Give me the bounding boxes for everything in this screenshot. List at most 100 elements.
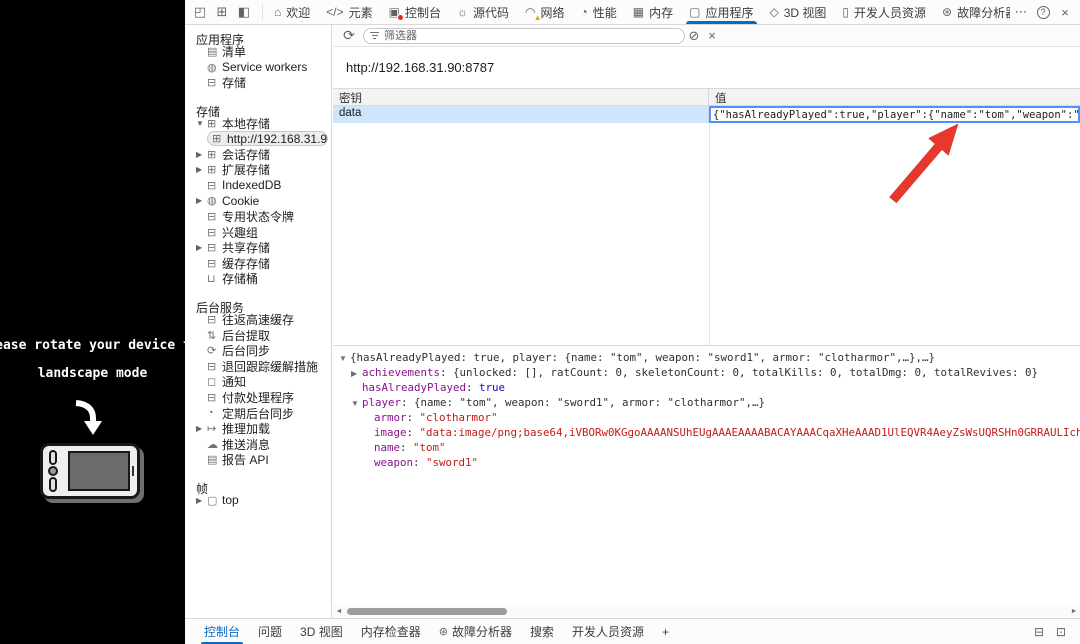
value-column-header[interactable]: 值 — [709, 89, 1080, 105]
dock-console-icon[interactable]: ⊟ — [1028, 621, 1050, 643]
drawer-tab-crash-analyzer[interactable]: ⊛故障分析器 — [430, 619, 521, 644]
tab-network[interactable]: ◠▲网络 — [517, 0, 573, 24]
tab-sources[interactable]: ☼源代码 — [449, 0, 517, 24]
drawer-tab-search[interactable]: 搜索 — [521, 619, 563, 644]
drawer-tab-3d-view[interactable]: 3D 视图 — [291, 619, 352, 644]
sidebar-item-label: 定期后台同步 — [222, 405, 294, 422]
sidebar-item-label: top — [222, 493, 239, 507]
disclosure-closed-icon[interactable]: ▶ — [196, 150, 207, 159]
tab-console[interactable]: ▣控制台 — [381, 0, 449, 24]
sidebar-item-indexeddb[interactable]: ⊟IndexedDB — [185, 178, 331, 194]
close-devtools-icon[interactable]: × — [1054, 1, 1076, 23]
sidebar-item-push-messaging[interactable]: ☁推送消息 — [185, 436, 331, 452]
sidebar-item-interest-groups[interactable]: ⊟兴趣组 — [185, 224, 331, 240]
sidebar-item-extension-storage[interactable]: ▶⊞扩展存储 — [185, 162, 331, 178]
sidebar-item-session-storage[interactable]: ▶⊞会话存储 — [185, 146, 331, 162]
drawer-tab-bar: 控制台问题3D 视图内存检查器⊛故障分析器搜索开发人员资源+ ⊟⊡ — [185, 618, 1080, 644]
sidebar-item-storage-buckets[interactable]: ⊔存储桶 — [185, 271, 331, 287]
sidebar-item-label: 缓存存储 — [222, 255, 270, 272]
device-emulation-icon[interactable]: ⊞ — [211, 1, 233, 23]
disclosure-closed-icon[interactable]: ▶ — [196, 424, 207, 433]
disclosure-closed-icon[interactable]: ▶ — [196, 196, 207, 205]
table-row[interactable]: data {"hasAlreadyPlayed":true,"player":{… — [333, 106, 1080, 123]
filter-input-wrap[interactable] — [363, 28, 685, 44]
json-tree-line-2[interactable]: ▶hasAlreadyPlayed: true — [333, 381, 1080, 396]
sidebar-item-shared-storage[interactable]: ▶⊟共享存储 — [185, 240, 331, 256]
sidebar-item-frame-top[interactable]: ▶▢top — [185, 493, 331, 509]
scroll-right-arrow[interactable]: ► — [1068, 608, 1080, 615]
refresh-icon[interactable]: ⟳ — [339, 27, 359, 44]
tab-application[interactable]: ▢应用程序 — [681, 0, 761, 24]
sidebar-item-cookies[interactable]: ▶◍Cookie — [185, 193, 331, 209]
sidebar-item-background-sync[interactable]: ⟳后台同步 — [185, 343, 331, 359]
sidebar-item-private-state-tokens[interactable]: ⊟专用状态令牌 — [185, 209, 331, 225]
sidebar-item-manifest[interactable]: ▤清单 — [185, 44, 331, 60]
sidebar-item-reporting-api[interactable]: ▤报告 API — [185, 452, 331, 468]
clear-all-icon[interactable]: ⊘ — [685, 28, 703, 44]
sidebar-item-periodic-background-sync[interactable]: ◔定期后台同步 — [185, 405, 331, 421]
disclosure-open-icon[interactable]: ▼ — [339, 352, 350, 366]
scrollbar-thumb[interactable] — [347, 608, 507, 615]
quick-view-icon[interactable]: ⊡ — [1050, 621, 1072, 643]
sidebar-item-payment-handler[interactable]: ⊟付款处理程序 — [185, 390, 331, 406]
key-column-header[interactable]: 密钥 — [333, 89, 709, 105]
memory-icon: ▦ — [633, 6, 644, 18]
json-tree-line-6[interactable]: ▶name: "tom" — [333, 441, 1080, 456]
more-options-icon[interactable]: ⋯ — [1010, 1, 1032, 23]
help-icon[interactable]: ? — [1032, 1, 1054, 23]
sidebar-item-cache-storage[interactable]: ⊟缓存存储 — [185, 256, 331, 272]
scroll-left-arrow[interactable]: ◄ — [333, 608, 345, 615]
json-tree-line-3[interactable]: ▼player: {name: "tom", weapon: "sword1",… — [333, 396, 1080, 411]
json-tree-line-4[interactable]: ▶armor: "clotharmor" — [333, 411, 1080, 426]
horizontal-scrollbar[interactable]: ◄ ► — [333, 605, 1080, 618]
drawer-spacer — [678, 619, 1028, 644]
dock-side-icon[interactable]: ◧ — [233, 1, 255, 23]
drawer-tab-console[interactable]: 控制台 — [195, 619, 249, 644]
sidebar-item-bounce-tracking-mitigations[interactable]: ⊟退回跟踪缓解措施 — [185, 359, 331, 375]
scrollbar-track[interactable] — [345, 607, 1068, 616]
sidebar-item-service-workers[interactable]: ◍Service workers — [185, 60, 331, 76]
sidebar-item-back-forward-cache[interactable]: ⊟往返高速缓存 — [185, 312, 331, 328]
row-value-cell[interactable]: {"hasAlreadyPlayed":true,"player":{"name… — [709, 106, 1080, 123]
error-badge — [397, 14, 404, 21]
sidebar-item-local-storage[interactable]: ▼⊞本地存储 — [185, 116, 331, 132]
disclosure-closed-icon[interactable]: ▶ — [196, 165, 207, 174]
sidebar-item-local-storage-origin[interactable]: ⊞http://192.168.31.90:8... — [207, 131, 328, 146]
json-tree-line-7[interactable]: ▶weapon: "sword1" — [333, 456, 1080, 471]
sidebar-item-background-fetch[interactable]: ⇅后台提取 — [185, 327, 331, 343]
tab-3d-view[interactable]: ◇ 3D 视图 — [762, 0, 835, 24]
disclosure-open-icon[interactable]: ▼ — [351, 397, 362, 411]
disclosure-open-icon[interactable]: ▼ — [196, 119, 207, 128]
disclosure-closed-icon[interactable]: ▶ — [196, 243, 207, 252]
sidebar-item-speculative-loads[interactable]: ▶↦推理加载 — [185, 421, 331, 437]
3d-view-icon: ◇ — [770, 6, 779, 18]
disclosure-closed-icon[interactable]: ▶ — [196, 496, 207, 505]
disclosure-closed-icon[interactable]: ▶ — [351, 367, 362, 381]
json-tree-line-5[interactable]: ▶image: "data:image/png;base64,iVBORw0KG… — [333, 426, 1080, 441]
rotate-arrow-icon — [72, 398, 106, 442]
json-tree-line-1[interactable]: ▶achievements: {unlocked: [], ratCount: … — [333, 366, 1080, 381]
inspect-icon[interactable]: ◰ — [189, 1, 211, 23]
tab-developer-resources[interactable]: ▯开发人员资源 — [834, 0, 934, 24]
drawer-tab-issues[interactable]: 问题 — [249, 619, 291, 644]
value-edit-field[interactable]: {"hasAlreadyPlayed":true,"player":{"name… — [709, 106, 1080, 123]
sidebar-item-notifications[interactable]: ◻通知 — [185, 374, 331, 390]
tab-memory[interactable]: ▦内存 — [625, 0, 681, 24]
row-key-cell[interactable]: data — [333, 106, 709, 123]
drawer-tab-developer-resources[interactable]: 开发人员资源 — [563, 619, 653, 644]
tab-elements[interactable]: </>元素 — [318, 0, 380, 24]
tab-welcome[interactable]: ⌂欢迎 — [266, 0, 318, 24]
json-tree-line-0[interactable]: ▼{hasAlreadyPlayed: true, player: {name:… — [333, 351, 1080, 366]
drawer-tab-add-drawer-tab[interactable]: + — [653, 619, 678, 644]
drawer-right-icons: ⊟⊡ — [1028, 619, 1080, 644]
drawer-tab-memory-inspector[interactable]: 内存检查器 — [352, 619, 430, 644]
devtools-panel: ◰⊞◧ ⌂欢迎</>元素▣控制台☼源代码◠▲网络◔性能▦内存▢应用程序 ◇ 3D 视… — [185, 0, 1080, 644]
game-viewport: ease rotate your device t landscape mode — [0, 0, 185, 644]
private-state-tokens-icon: ⊟ — [207, 210, 222, 223]
tab-label: 3D 视图 — [784, 4, 827, 21]
filter-input[interactable] — [384, 30, 678, 42]
tab-performance[interactable]: ◔性能 — [573, 0, 625, 24]
tab-crash-analyzer[interactable]: ⊛故障分析器 — [934, 0, 1010, 24]
sidebar-item-app-storage[interactable]: ⊟存储 — [185, 75, 331, 91]
delete-selected-icon[interactable]: × — [703, 28, 721, 43]
